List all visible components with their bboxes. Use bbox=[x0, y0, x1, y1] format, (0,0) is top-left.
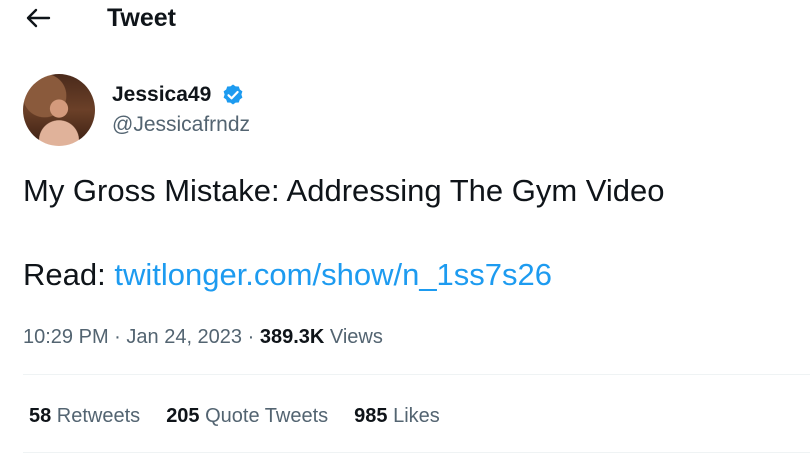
verified-badge-icon bbox=[223, 84, 243, 105]
tweet-read-line: Read: twitlonger.com/show/n_1ss7s26 bbox=[23, 256, 552, 294]
author-display-name[interactable]: Jessica49 bbox=[112, 82, 211, 108]
meta-separator: · bbox=[108, 326, 127, 348]
likes-count: 985 bbox=[354, 405, 388, 427]
avatar[interactable] bbox=[23, 74, 95, 146]
back-button[interactable] bbox=[22, 4, 54, 32]
quote-tweets-count: 205 bbox=[166, 405, 200, 427]
page-title: Tweet bbox=[107, 4, 176, 32]
tweet-time[interactable]: 10:29 PM bbox=[23, 326, 109, 348]
read-prefix: Read: bbox=[23, 257, 115, 292]
arrow-left-icon bbox=[26, 8, 51, 28]
author-handle[interactable]: @Jessicafrndz bbox=[112, 112, 250, 138]
tweet-date[interactable]: Jan 24, 2023 bbox=[126, 326, 242, 348]
page-header: Tweet bbox=[0, 0, 810, 36]
views-label: Views bbox=[324, 326, 383, 348]
retweets-label: Retweets bbox=[51, 405, 141, 427]
quote-tweets-label: Quote Tweets bbox=[199, 405, 329, 427]
tweet-text: My Gross Mistake: Addressing The Gym Vid… bbox=[23, 173, 665, 208]
tweet-link[interactable]: twitlonger.com/show/n_1ss7s26 bbox=[114, 257, 552, 292]
tweet-stats: 58 Retweets 205 Quote Tweets 985 Likes bbox=[29, 403, 466, 429]
divider bbox=[23, 452, 810, 453]
divider bbox=[23, 374, 810, 375]
retweets-stat[interactable]: 58 Retweets bbox=[29, 403, 140, 429]
views-count: 389.3K bbox=[259, 326, 325, 348]
likes-label: Likes bbox=[387, 405, 440, 427]
likes-stat[interactable]: 985 Likes bbox=[354, 403, 440, 429]
quote-tweets-stat[interactable]: 205 Quote Tweets bbox=[166, 403, 328, 429]
tweet-meta: 10:29 PM · Jan 24, 2023 · 389.3K Views bbox=[23, 324, 383, 350]
retweets-count: 58 bbox=[29, 405, 52, 427]
meta-separator: · bbox=[242, 326, 260, 348]
